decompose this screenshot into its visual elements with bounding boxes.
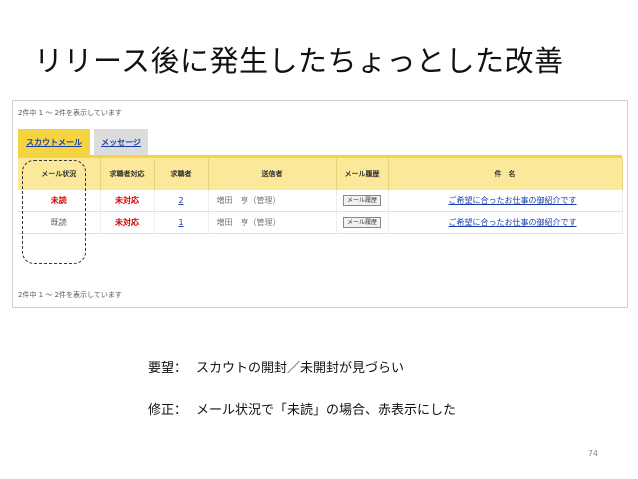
col-seeker: 求職者: [154, 158, 209, 190]
result-count-bottom: 2件中 1 〜 2件を表示しています: [18, 291, 122, 299]
request-text: スカウトの開封／未開封が見づらい: [196, 361, 405, 376]
table-row: 未読 未対応 2 増田 亨（管理） メール履歴 ご希望に合ったお仕事の御紹介です: [18, 190, 623, 212]
table-header-row: メール状況 求職者対応 求職者 送信者 メール履歴 件 名: [18, 158, 623, 190]
seeker-count-link[interactable]: 1: [178, 218, 183, 227]
col-seeker-response: 求職者対応: [100, 158, 155, 190]
subject-link[interactable]: ご希望に合ったお仕事の御紹介です: [449, 218, 577, 227]
tab-message[interactable]: メッセージ: [94, 129, 148, 155]
sender-name: 増田 亨（管理）: [208, 190, 337, 212]
mail-history-button[interactable]: メール履歴: [342, 195, 381, 206]
table-row: 既読 未対応 1 増田 亨（管理） メール履歴 ご希望に合ったお仕事の御紹介です: [18, 211, 623, 234]
screenshot-panel: 2件中 1 〜 2件を表示しています スカウトメール メッセージ メール状況 求…: [12, 100, 628, 308]
scout-mail-table: メール状況 求職者対応 求職者 送信者 メール履歴 件 名 未読 未対応 2 増…: [18, 158, 623, 234]
fix-note: 修正： メール状況で「未読」の場合、赤表示にした: [148, 399, 456, 418]
col-sender: 送信者: [208, 158, 337, 190]
mail-history-button[interactable]: メール履歴: [342, 217, 381, 228]
col-mail-status: メール状況: [18, 158, 101, 190]
sender-name: 増田 亨（管理）: [208, 211, 337, 234]
fix-label: 修正：: [148, 403, 188, 418]
tab-scout-mail[interactable]: スカウトメール: [18, 129, 90, 155]
page-number: 74: [587, 449, 598, 458]
mail-status-read: 既読: [18, 211, 101, 234]
seeker-count-link[interactable]: 2: [178, 196, 183, 205]
request-label: 要望：: [148, 361, 188, 376]
col-subject: 件 名: [388, 158, 623, 190]
response-status: 未対応: [100, 190, 155, 212]
response-status: 未対応: [100, 211, 155, 234]
subject-link[interactable]: ご希望に合ったお仕事の御紹介です: [449, 196, 577, 205]
result-count-top: 2件中 1 〜 2件を表示しています: [18, 109, 122, 117]
request-note: 要望： スカウトの開封／未開封が見づらい: [148, 357, 404, 376]
slide-title: リリース後に発生したちょっとした改善: [34, 44, 564, 78]
col-mail-history: メール履歴: [336, 158, 389, 190]
fix-text: メール状況で「未読」の場合、赤表示にした: [196, 403, 457, 418]
mail-status-unread: 未読: [18, 190, 101, 212]
